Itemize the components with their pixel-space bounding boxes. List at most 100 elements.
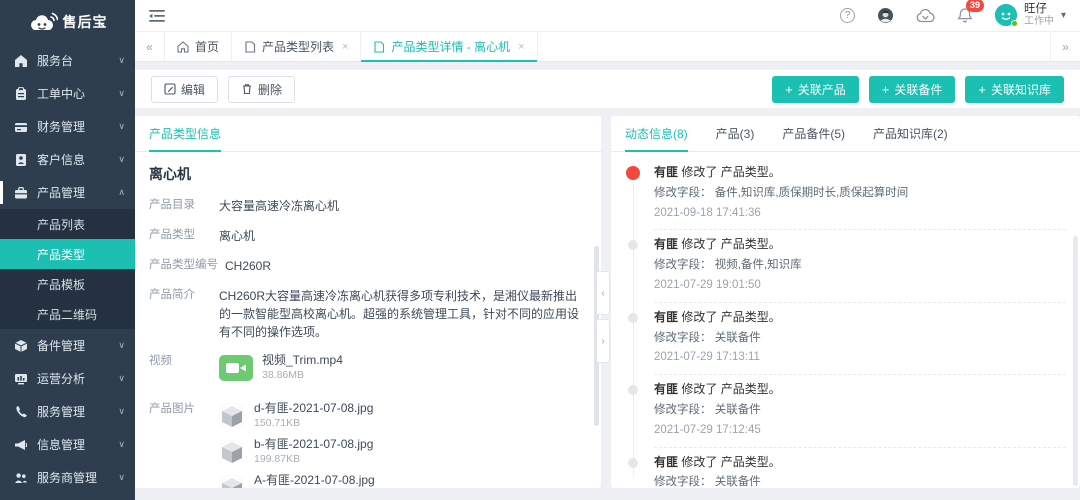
trash-icon [241, 83, 253, 95]
timeline-entry: 有匪 修改了 产品类型。 修改字段： 备件,知识库,质保期时长,质保起算时间 2… [654, 158, 1066, 230]
toolbar-right-actions: + 关联产品 + 关联备件 + 关联知识库 [772, 76, 1064, 103]
products-submenu: 产品列表 产品类型 产品模板 产品二维码 [0, 209, 135, 329]
expand-right-button[interactable]: › [596, 319, 610, 363]
sidebar-item-spare-parts[interactable]: 备件管理 ∨ [0, 329, 135, 362]
tab-knowledge-linked[interactable]: 产品知识库(2) [873, 116, 948, 151]
user-menu[interactable]: 旺仔 工作中 ▾ [995, 3, 1066, 29]
notifications-button[interactable]: 39 [957, 7, 973, 24]
plus-icon: + [785, 83, 793, 96]
close-icon[interactable]: × [342, 41, 348, 53]
attachment-size: 199.87KB [254, 453, 373, 466]
cloud-download-button[interactable] [916, 8, 935, 23]
sidebar-item-product-types[interactable]: 产品类型 [0, 239, 135, 269]
sidebar-item-info-mgmt[interactable]: 信息管理 ∨ [0, 428, 135, 461]
sidebar-item-finance[interactable]: 财务管理 ∨ [0, 110, 135, 143]
info-panel-tabs: 产品类型信息 [135, 116, 601, 152]
sidebar-item-product-list[interactable]: 产品列表 [0, 209, 135, 239]
document-icon [244, 41, 256, 53]
tabs-scroll-left-button[interactable]: « [135, 32, 165, 61]
sidebar-item-analytics[interactable]: 运营分析 ∨ [0, 362, 135, 395]
delete-button[interactable]: 删除 [228, 76, 295, 103]
attachment-name: 视频_Trim.mp4 [262, 353, 343, 368]
edit-button[interactable]: 编辑 [151, 76, 218, 103]
collapse-left-button[interactable]: ‹ [596, 271, 610, 315]
activity-tabs: 动态信息(8) 产品(3) 产品备件(5) 产品知识库(2) [611, 116, 1080, 152]
attachment-size: 150.71KB [254, 417, 373, 430]
sidebar-subitem-label: 产品类型 [37, 246, 85, 263]
entry-action: 修改了 产品类型。 [681, 455, 780, 469]
sidebar-item-product-qrcodes[interactable]: 产品二维码 [0, 299, 135, 329]
tabs-scroll-right-button[interactable]: » [1050, 32, 1080, 61]
sidebar-item-label: 服务台 [37, 52, 73, 69]
sidebar-item-product-templates[interactable]: 产品模板 [0, 269, 135, 299]
edit-pencil-icon [164, 83, 176, 95]
sidebar-item-service-desk[interactable]: 服务台 ∨ [0, 44, 135, 77]
entry-action: 修改了 产品类型。 [681, 237, 780, 251]
page-content: 编辑 删除 + 关联产品 + 关联备件 + 关联知识库 [135, 62, 1080, 500]
timeline-dot [628, 458, 638, 468]
entry-time: 2021-09-18 17:41:36 [654, 206, 1066, 221]
sidebar-item-work-orders[interactable]: 工单中心 ∨ [0, 77, 135, 110]
tab-products-linked[interactable]: 产品(3) [716, 116, 755, 151]
tab-activity[interactable]: 动态信息(8) [625, 116, 688, 151]
support-agent-button[interactable] [877, 7, 894, 24]
tab-product-type-info[interactable]: 产品类型信息 [149, 116, 221, 151]
entry-time: 2021-07-29 17:12:45 [654, 423, 1066, 438]
video-attachment[interactable]: 视频_Trim.mp4 38.86MB [219, 353, 343, 382]
collapse-menu-icon[interactable] [149, 9, 167, 23]
tab-home[interactable]: 首页 [165, 32, 232, 61]
field-label: 产品图片 [149, 401, 219, 488]
megaphone-icon [14, 438, 28, 452]
timeline-entry: 有匪 修改了 产品类型。 修改字段： 关联备件 2021-07-29 17:11… [654, 448, 1066, 488]
image-attachment[interactable]: d-有匪-2021-07-08.jpg 150.71KB [219, 401, 375, 430]
link-parts-button[interactable]: + 关联备件 [869, 76, 956, 103]
notification-badge: 39 [966, 0, 984, 12]
tab-label: 产品类型详情 - 离心机 [391, 38, 510, 55]
link-product-button[interactable]: + 关联产品 [772, 76, 859, 103]
chevron-down-icon: ∨ [118, 154, 125, 165]
field-label: 视频 [149, 353, 219, 389]
link-knowledge-button[interactable]: + 关联知识库 [965, 76, 1064, 103]
document-icon [373, 41, 385, 53]
sidebar-item-label: 服务管理 [37, 403, 85, 420]
field-label: 产品类型 [149, 227, 219, 245]
activity-panel: 动态信息(8) 产品(3) 产品备件(5) 产品知识库(2) 有匪 修改了 产品… [611, 116, 1080, 488]
home-icon [14, 54, 28, 68]
attachment-size: 38.86MB [262, 369, 343, 382]
help-button[interactable]: ? [840, 8, 855, 23]
app-logo[interactable]: 售后宝 [0, 0, 135, 44]
close-icon[interactable]: × [518, 41, 524, 53]
cloud-logo-icon [28, 10, 58, 34]
product-type-detail: 离心机 产品目录 大容量高速冷冻离心机 产品类型 离心机 产品类型编号 CH26… [135, 152, 601, 488]
detail-panels: 产品类型信息 离心机 产品目录 大容量高速冷冻离心机 产品类型 离心机 产品类型… [135, 116, 1080, 488]
sidebar-item-providers[interactable]: 服务商管理 ∨ [0, 461, 135, 494]
panel-collapse-handles: ‹ › [596, 271, 610, 363]
entry-user: 有匪 [654, 382, 678, 396]
tab-product-type-detail[interactable]: 产品类型详情 - 离心机 × [361, 32, 537, 61]
sidebar-subitem-label: 产品二维码 [37, 306, 97, 323]
entry-user: 有匪 [654, 237, 678, 251]
right-panel-scrollbar[interactable] [1073, 236, 1078, 486]
video-file-icon [219, 355, 253, 381]
user-status: 工作中 [1024, 16, 1054, 28]
image-attachment[interactable]: A-有匪-2021-07-08.jpg 153.42KB [219, 473, 375, 488]
sidebar-item-service-mgmt[interactable]: 服务管理 ∨ [0, 395, 135, 428]
field-label: 产品简介 [149, 287, 219, 341]
plus-icon: + [882, 83, 890, 96]
tab-parts-linked[interactable]: 产品备件(5) [782, 116, 845, 151]
home-icon [177, 41, 189, 53]
chevron-down-icon: ∨ [118, 121, 125, 132]
service-phone-icon [14, 405, 28, 419]
sidebar-item-products[interactable]: 产品管理 ∧ [0, 176, 135, 209]
tab-product-type-list[interactable]: 产品类型列表 × [232, 32, 361, 61]
entry-fields: 修改字段： 关联备件 [654, 475, 1066, 488]
image-thumbnail-icon [219, 439, 245, 465]
timeline-line [633, 172, 634, 476]
sidebar-item-label: 客户信息 [37, 151, 85, 168]
attachment-name: d-有匪-2021-07-08.jpg [254, 401, 373, 416]
chevron-up-icon: ∧ [118, 187, 125, 198]
chevron-down-icon: ∨ [118, 406, 125, 417]
sidebar-item-customers[interactable]: 客户信息 ∨ [0, 143, 135, 176]
question-icon: ? [840, 8, 855, 23]
image-attachment[interactable]: b-有匪-2021-07-08.jpg 199.87KB [219, 437, 375, 466]
